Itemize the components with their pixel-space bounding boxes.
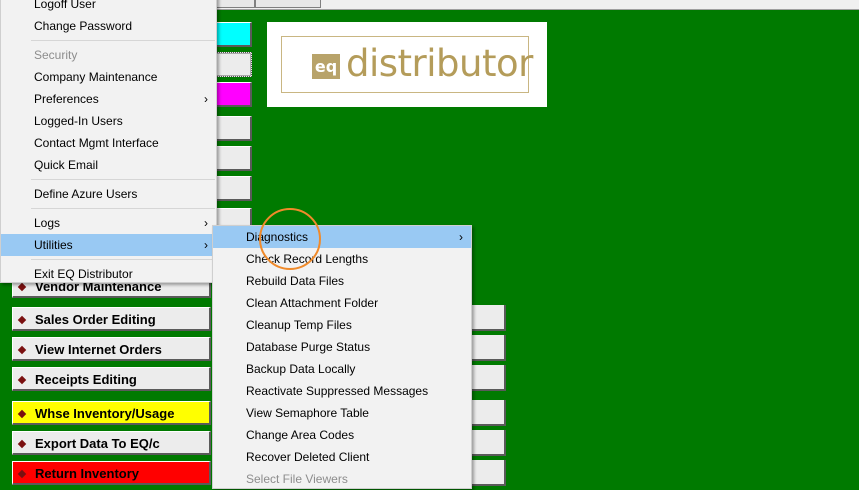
right-side-button[interactable] [468, 365, 506, 391]
right-side-button[interactable] [468, 400, 506, 426]
submenu-item-check-record-lengths[interactable]: Check Record Lengths [213, 248, 471, 270]
menu-item-label: Change Area Codes [246, 428, 355, 442]
logo-frame: eq distributor [281, 36, 533, 93]
button-label: Export Data To EQ/c [35, 436, 160, 451]
menu-item-label: Change Password [34, 19, 133, 33]
side-button[interactable] [214, 116, 252, 141]
menu-item-label: Select File Viewers [246, 472, 348, 486]
menu-item-change-password[interactable]: Change Password [1, 15, 216, 37]
chevron-right-icon: › [204, 92, 208, 106]
submenu-item-change-area-codes[interactable]: Change Area Codes [213, 424, 471, 446]
submenu-item-backup-data-locally[interactable]: Backup Data Locally [213, 358, 471, 380]
eq-distributor-logo: eq distributor [267, 22, 547, 107]
right-side-button[interactable] [468, 335, 506, 361]
chevron-right-icon: › [459, 230, 463, 244]
menu-separator [31, 179, 215, 180]
menu-item-label: Contact Mgmt Interface [34, 136, 159, 150]
toolbar-button[interactable] [215, 0, 255, 8]
logo-badge: eq [312, 54, 340, 79]
right-side-button[interactable] [468, 430, 506, 456]
menu-item-label: Cleanup Temp Files [246, 318, 352, 332]
menu-separator [31, 259, 215, 260]
diamond-bullet-icon [17, 375, 27, 385]
button-label: Sales Order Editing [35, 312, 156, 327]
file-dropdown-menu: Logoff User Change Password Security Compan… [0, 0, 217, 283]
menu-item-label: Database Purge Status [246, 340, 371, 354]
button-label: Return Inventory [35, 466, 140, 481]
utilities-submenu: Diagnostics › Check Record Lengths Rebuild … [212, 225, 472, 489]
menu-item-security: Security [1, 44, 216, 66]
button-label: View Internet Orders [35, 342, 162, 357]
submenu-item-diagnostics[interactable]: Diagnostics › [213, 226, 471, 248]
menu-item-label: Preferences [34, 92, 99, 106]
menu-item-company-maintenance[interactable]: Company Maintenance [1, 66, 216, 88]
receipts-editing-button[interactable]: Receipts Editing [12, 367, 211, 391]
submenu-item-recover-deleted-client[interactable]: Recover Deleted Client [213, 446, 471, 468]
menu-item-label: Security [34, 48, 78, 62]
submenu-item-view-semaphore-table[interactable]: View Semaphore Table [213, 402, 471, 424]
view-internet-orders-button[interactable]: View Internet Orders [12, 337, 211, 361]
side-button[interactable] [214, 176, 252, 201]
diamond-bullet-icon [17, 469, 27, 479]
menu-item-label: Utilities [34, 238, 73, 252]
focused-button[interactable] [214, 52, 252, 77]
menu-item-label: Define Azure Users [34, 187, 138, 201]
right-side-button[interactable] [468, 460, 506, 486]
logo-wordmark: distributor [346, 42, 533, 85]
right-side-button[interactable] [468, 305, 506, 331]
color-button-magenta[interactable] [214, 82, 252, 107]
menu-item-utilities[interactable]: Utilities › [1, 234, 216, 256]
submenu-item-database-purge-status[interactable]: Database Purge Status [213, 336, 471, 358]
menu-item-logs[interactable]: Logs › [1, 212, 216, 234]
diamond-bullet-icon [17, 315, 27, 325]
menu-item-label: Quick Email [34, 158, 99, 172]
menu-item-label: Company Maintenance [34, 70, 158, 84]
submenu-item-clean-attachment-folder[interactable]: Clean Attachment Folder [213, 292, 471, 314]
menu-item-label: Backup Data Locally [246, 362, 356, 376]
menu-item-logged-in-users[interactable]: Logged-In Users [1, 110, 216, 132]
export-data-to-eq-c-button[interactable]: Export Data To EQ/c [12, 431, 211, 455]
menu-item-label: Reactivate Suppressed Messages [246, 384, 429, 398]
menu-item-preferences[interactable]: Preferences › [1, 88, 216, 110]
menu-item-label: Clean Attachment Folder [246, 296, 379, 310]
click-highlight-circle [259, 208, 321, 270]
submenu-item-select-file-viewers: Select File Viewers [213, 468, 471, 490]
button-label: Whse Inventory/Usage [35, 406, 175, 421]
menu-item-label: Exit EQ Distributor [34, 267, 133, 281]
menu-item-label: Logged-In Users [34, 114, 123, 128]
menu-separator [31, 40, 215, 41]
diamond-bullet-icon [17, 345, 27, 355]
menu-item-label: View Semaphore Table [246, 406, 369, 420]
menu-item-quick-email[interactable]: Quick Email [1, 154, 216, 176]
menu-item-label: Recover Deleted Client [246, 450, 370, 464]
diamond-bullet-icon [17, 409, 27, 419]
submenu-item-cleanup-temp-files[interactable]: Cleanup Temp Files [213, 314, 471, 336]
sales-order-editing-button[interactable]: Sales Order Editing [12, 307, 211, 331]
menu-separator [31, 208, 215, 209]
button-label: Receipts Editing [35, 372, 137, 387]
menu-item-logoff-user[interactable]: Logoff User [1, 0, 216, 15]
menu-item-label: Rebuild Data Files [246, 274, 345, 288]
return-inventory-button[interactable]: Return Inventory [12, 461, 211, 485]
menu-item-exit-eq-distributor[interactable]: Exit EQ Distributor [1, 263, 216, 285]
menu-item-contact-mgmt-interface[interactable]: Contact Mgmt Interface [1, 132, 216, 154]
menu-item-label: Logoff User [34, 0, 96, 11]
chevron-right-icon: › [204, 238, 208, 252]
toolbar-button[interactable] [255, 0, 321, 8]
diamond-bullet-icon [17, 439, 27, 449]
side-button[interactable] [214, 146, 252, 171]
submenu-item-rebuild-data-files[interactable]: Rebuild Data Files [213, 270, 471, 292]
color-button-cyan[interactable] [214, 22, 252, 47]
submenu-item-reactivate-suppressed-messages[interactable]: Reactivate Suppressed Messages [213, 380, 471, 402]
menu-item-define-azure-users[interactable]: Define Azure Users [1, 183, 216, 205]
menu-item-label: Logs [34, 216, 61, 230]
whse-inventory-usage-button[interactable]: Whse Inventory/Usage [12, 401, 211, 425]
chevron-right-icon: › [204, 216, 208, 230]
